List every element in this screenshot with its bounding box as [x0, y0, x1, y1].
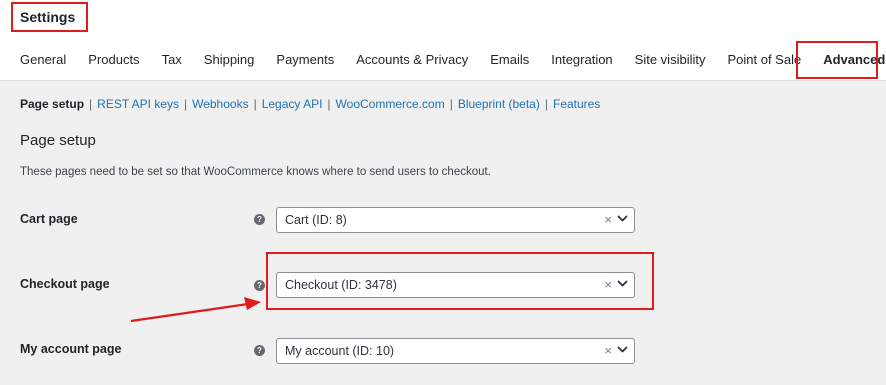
subnav-separator: |	[253, 97, 257, 111]
help-icon[interactable]: ?	[254, 280, 265, 291]
my-account-page-label: My account page	[20, 342, 122, 356]
chevron-down-icon	[617, 215, 628, 222]
advanced-tab-highlight-box	[796, 41, 878, 79]
tab-general[interactable]: General	[20, 52, 66, 72]
subnav-blueprint[interactable]: Blueprint (beta)	[458, 97, 540, 111]
subnav-webhooks[interactable]: Webhooks	[192, 97, 248, 111]
tab-accounts-privacy[interactable]: Accounts & Privacy	[356, 52, 468, 72]
subnav-separator: |	[89, 97, 93, 111]
tab-payments[interactable]: Payments	[276, 52, 334, 72]
chevron-down-icon	[617, 280, 628, 287]
tab-site-visibility[interactable]: Site visibility	[635, 52, 706, 72]
subnav-separator: |	[449, 97, 453, 111]
cart-page-select[interactable]: Cart (ID: 8) ×	[276, 207, 635, 233]
help-icon[interactable]: ?	[254, 345, 265, 356]
tab-shipping[interactable]: Shipping	[204, 52, 255, 72]
settings-tabs: General Products Tax Shipping Payments A…	[20, 52, 886, 72]
my-account-page-value: My account (ID: 10)	[285, 344, 395, 358]
help-icon[interactable]: ?	[254, 214, 265, 225]
subnav-features[interactable]: Features	[553, 97, 600, 111]
checkout-page-value: Checkout (ID: 3478)	[285, 278, 397, 292]
clear-icon[interactable]: ×	[604, 343, 612, 358]
subnav-woocommerce-com[interactable]: WooCommerce.com	[336, 97, 445, 111]
tab-point-of-sale[interactable]: Point of Sale	[727, 52, 801, 72]
checkout-page-select[interactable]: Checkout (ID: 3478) ×	[276, 272, 635, 298]
chevron-down-icon	[617, 346, 628, 353]
tab-products[interactable]: Products	[88, 52, 139, 72]
checkout-page-label: Checkout page	[20, 277, 110, 291]
tab-tax[interactable]: Tax	[162, 52, 182, 72]
advanced-subnav: Page setup | REST API keys | Webhooks | …	[20, 97, 600, 111]
subnav-page-setup[interactable]: Page setup	[20, 97, 84, 111]
cart-page-label: Cart page	[20, 212, 78, 226]
title-highlight-box	[11, 2, 88, 32]
section-title: Page setup	[20, 132, 96, 149]
settings-header: Settings General Products Tax Shipping P…	[0, 0, 886, 81]
subnav-separator: |	[544, 97, 548, 111]
section-description: These pages need to be set so that WooCo…	[20, 166, 491, 178]
subnav-legacy-api[interactable]: Legacy API	[262, 97, 323, 111]
clear-icon[interactable]: ×	[604, 212, 612, 227]
cart-page-value: Cart (ID: 8)	[285, 213, 347, 227]
subnav-separator: |	[327, 97, 331, 111]
subnav-rest-api-keys[interactable]: REST API keys	[97, 97, 179, 111]
subnav-separator: |	[183, 97, 188, 111]
my-account-page-select[interactable]: My account (ID: 10) ×	[276, 338, 635, 364]
clear-icon[interactable]: ×	[604, 277, 612, 292]
tab-integration[interactable]: Integration	[551, 52, 612, 72]
tab-emails[interactable]: Emails	[490, 52, 529, 72]
